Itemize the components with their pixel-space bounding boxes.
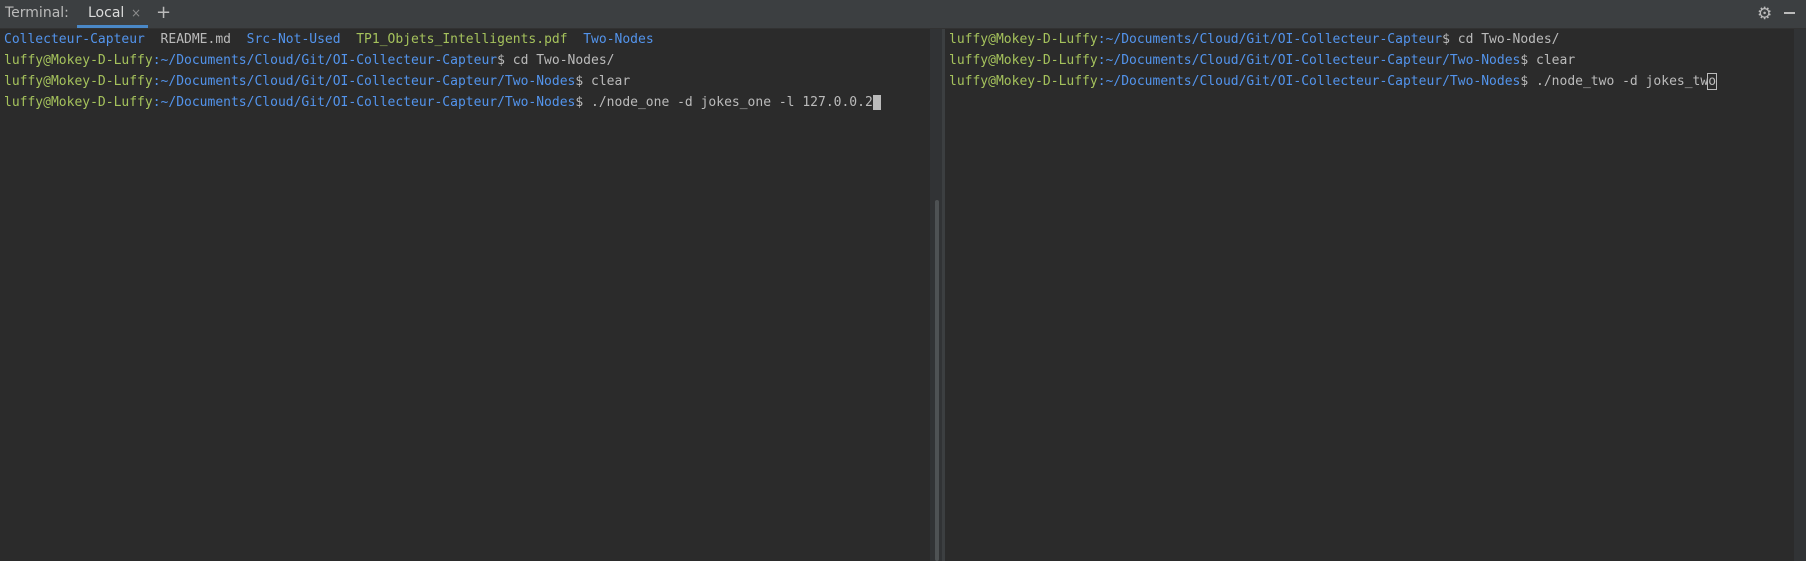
- command-text: $ cd Two-Nodes/: [1442, 32, 1560, 47]
- prompt-path: :~/Documents/Cloud/Git/OI-Collecteur-Cap…: [1097, 74, 1521, 89]
- left-scrollbar[interactable]: [930, 29, 942, 561]
- tab-label[interactable]: Local: [88, 5, 124, 21]
- prompt-user: luffy@Mokey-D-Luffy: [4, 53, 153, 68]
- tab-local[interactable]: Local ×: [77, 0, 148, 28]
- prompt-user: luffy@Mokey-D-Luffy: [949, 32, 1098, 47]
- command-text: $ ./node_one -d jokes_one -l 127.0.0.2: [575, 95, 873, 110]
- left-terminal-pane[interactable]: Collecteur-Capteur README.md Src-Not-Use…: [0, 29, 929, 561]
- left-scrollbar-thumb[interactable]: [935, 200, 939, 561]
- command-text: $ clear: [1520, 53, 1576, 68]
- right-scrollbar[interactable]: [1794, 29, 1806, 561]
- dir-src-not-used: Src-Not-Used: [246, 32, 341, 47]
- prompt-path: :~/Documents/Cloud/Git/OI-Collecteur-Cap…: [1097, 32, 1443, 47]
- minimize-icon[interactable]: [1784, 12, 1795, 14]
- file-tp1-pdf: TP1_Objets_Intelligents.pdf: [356, 32, 568, 47]
- close-icon[interactable]: ×: [131, 6, 141, 20]
- command-text: $ clear: [575, 74, 631, 89]
- add-tab-icon[interactable]: +: [156, 2, 171, 23]
- terminal-line: luffy@Mokey-D-Luffy:~/Documents/Cloud/Gi…: [4, 50, 615, 71]
- prompt-user: luffy@Mokey-D-Luffy: [4, 74, 153, 89]
- prompt-path: :~/Documents/Cloud/Git/OI-Collecteur-Cap…: [152, 53, 498, 68]
- terminal-tool-header: Terminal: Local × + ⚙: [0, 0, 1806, 29]
- gear-icon[interactable]: ⚙: [1757, 4, 1772, 24]
- tool-window-title: Terminal:: [5, 5, 69, 21]
- prompt-user: luffy@Mokey-D-Luffy: [4, 95, 153, 110]
- dir-collecteur-capteur: Collecteur-Capteur: [4, 32, 145, 47]
- prompt-user: luffy@Mokey-D-Luffy: [949, 74, 1098, 89]
- prompt-path: :~/Documents/Cloud/Git/OI-Collecteur-Cap…: [152, 74, 576, 89]
- ls-output-line: Collecteur-Capteur README.md Src-Not-Use…: [4, 29, 654, 50]
- terminal-line: luffy@Mokey-D-Luffy:~/Documents/Cloud/Gi…: [4, 92, 881, 113]
- terminal-line: luffy@Mokey-D-Luffy:~/Documents/Cloud/Gi…: [949, 29, 1560, 50]
- terminal-line: luffy@Mokey-D-Luffy:~/Documents/Cloud/Gi…: [949, 71, 1718, 92]
- terminal-line: luffy@Mokey-D-Luffy:~/Documents/Cloud/Gi…: [949, 50, 1575, 71]
- file-readme: README.md: [160, 32, 231, 47]
- prompt-path: :~/Documents/Cloud/Git/OI-Collecteur-Cap…: [152, 95, 576, 110]
- command-text: $ cd Two-Nodes/: [497, 53, 615, 68]
- prompt-path: :~/Documents/Cloud/Git/OI-Collecteur-Cap…: [1097, 53, 1521, 68]
- terminal-cursor: o: [1707, 73, 1718, 90]
- terminal-cursor: [872, 95, 881, 110]
- prompt-user: luffy@Mokey-D-Luffy: [949, 53, 1098, 68]
- terminal-line: luffy@Mokey-D-Luffy:~/Documents/Cloud/Gi…: [4, 71, 630, 92]
- right-terminal-pane[interactable]: luffy@Mokey-D-Luffy:~/Documents/Cloud/Gi…: [945, 29, 1793, 561]
- dir-two-nodes: Two-Nodes: [583, 32, 654, 47]
- command-text: $ ./node_two -d jokes_tw: [1520, 74, 1709, 89]
